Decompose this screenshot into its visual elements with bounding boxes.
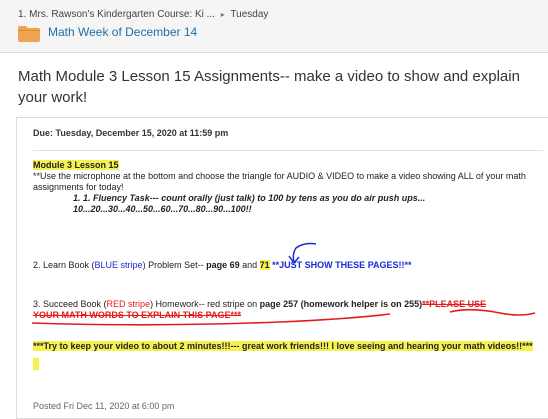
- succeed-note-b: YOUR MATH WORDS TO EXPLAIN THIS PAGE***: [33, 310, 242, 320]
- succeed-mid: ) Homework-- red stripe on: [150, 299, 260, 309]
- learn-page2: 71: [259, 260, 270, 270]
- succeed-book-line: 3. Succeed Book (RED stripe) Homework-- …: [33, 299, 543, 310]
- fluency-task-line2: 10...20...30...40...50...60...70...80...…: [73, 204, 252, 214]
- posted-date: Posted Fri Dec 11, 2020 at 6:00 pm: [33, 401, 175, 411]
- learn-and: and: [239, 260, 260, 270]
- succeed-page: page 257: [259, 299, 299, 309]
- assignment-panel: Due: Tuesday, December 15, 2020 at 11:59…: [16, 117, 548, 419]
- succeed-note-a: **PLEASE USE: [422, 299, 487, 309]
- learn-note: **JUST SHOW THESE PAGES!!**: [269, 260, 412, 270]
- learn-book-line: 2. Learn Book (BLUE stripe) Problem Set-…: [33, 260, 543, 271]
- breadcrumb-course-link[interactable]: 1. Mrs. Rawson's Kindergarten Course: Ki…: [18, 9, 215, 20]
- instructions-text: **Use the microphone at the bottom and c…: [33, 171, 526, 192]
- page-title: Math Module 3 Lesson 15 Assignments-- ma…: [18, 68, 520, 106]
- due-value: Tuesday, December 15, 2020 at 11:59 pm: [55, 128, 229, 138]
- learn-prefix: 2. Learn Book (: [33, 260, 95, 270]
- breadcrumb-day-link[interactable]: Tuesday: [230, 9, 268, 20]
- succeed-helper: (homework helper is on 255): [298, 299, 423, 309]
- highlight-mark: [33, 358, 39, 370]
- breadcrumb-separator-icon: ▸: [220, 10, 225, 19]
- closing-text: ***Try to keep your video to about 2 min…: [33, 341, 533, 351]
- assignment-body: Module 3 Lesson 15 **Use the microphone …: [33, 160, 543, 370]
- learn-mid: ) Problem Set--: [142, 260, 207, 270]
- course-header: 1. Mrs. Rawson's Kindergarten Course: Ki…: [0, 0, 548, 53]
- divider: [33, 150, 543, 151]
- due-label: Due:: [33, 128, 53, 138]
- fluency-task-line1: 1. 1. Fluency Task--- count orally (just…: [73, 193, 426, 203]
- succeed-stripe: RED stripe: [106, 299, 151, 309]
- learn-pages: page 69: [206, 260, 240, 270]
- succeed-prefix: 3. Succeed Book (: [33, 299, 107, 309]
- module-heading: Module 3 Lesson 15: [33, 160, 119, 170]
- due-date: Due: Tuesday, December 15, 2020 at 11:59…: [33, 128, 228, 138]
- folder-icon: [18, 26, 40, 42]
- learn-stripe: BLUE stripe: [94, 260, 143, 270]
- breadcrumb: 1. Mrs. Rawson's Kindergarten Course: Ki…: [18, 9, 268, 20]
- folder-title-link[interactable]: Math Week of December 14: [48, 25, 197, 39]
